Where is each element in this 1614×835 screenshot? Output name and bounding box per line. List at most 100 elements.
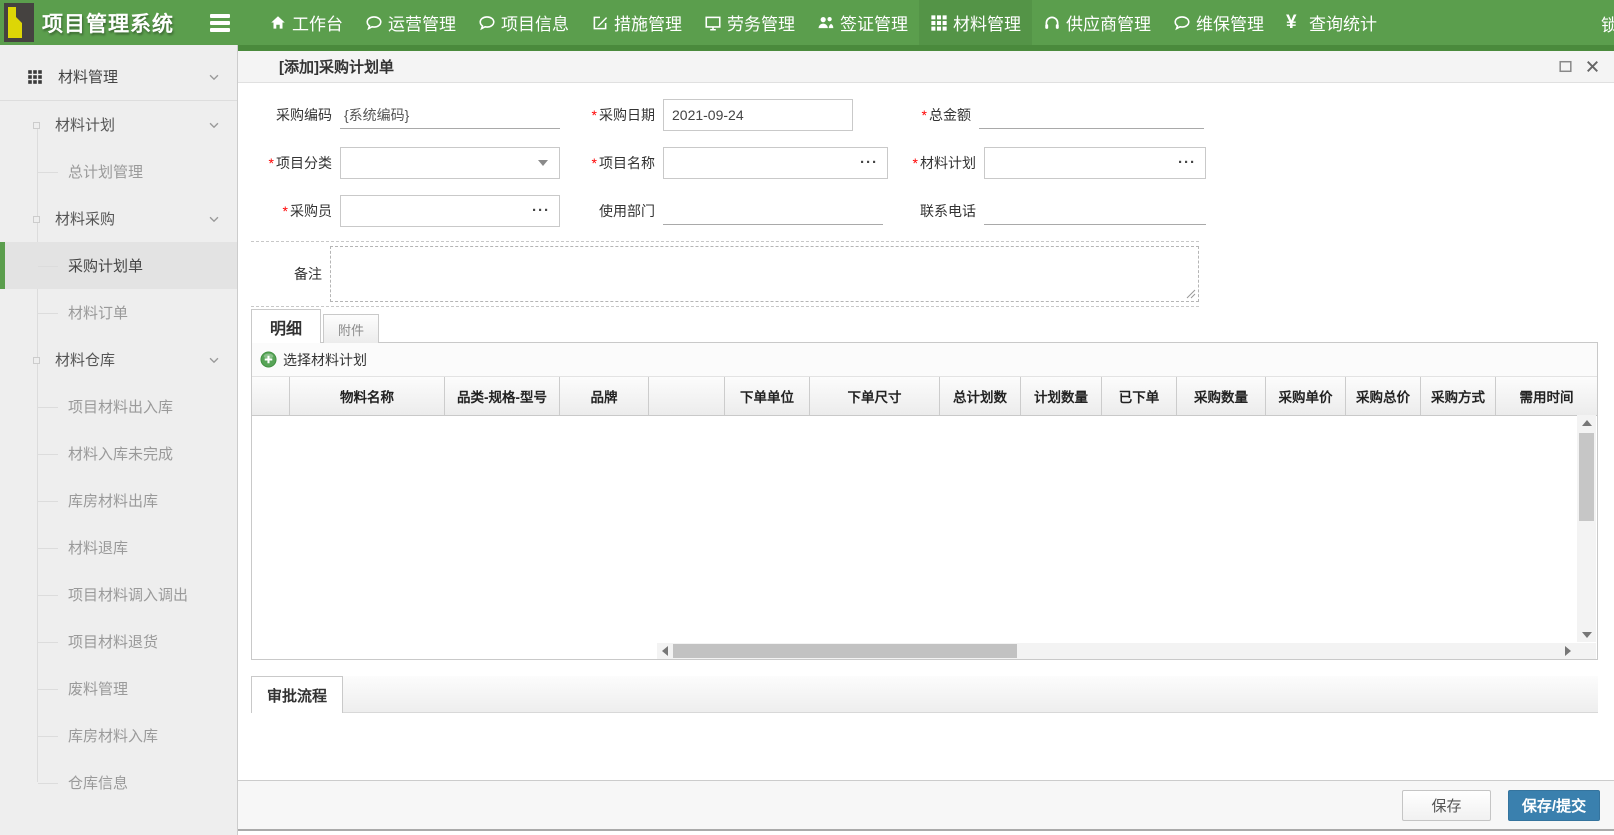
remark-textarea[interactable] xyxy=(330,246,1199,302)
project-name-field[interactable]: ··· xyxy=(663,147,888,179)
contact-phone-input[interactable] xyxy=(984,198,1206,225)
maximize-icon[interactable] xyxy=(1555,56,1575,76)
topnav-item[interactable]: ¥查询统计 xyxy=(1275,0,1388,45)
topnav-item[interactable]: 工作台 xyxy=(258,0,354,45)
topnav-item-label: 签证管理 xyxy=(840,10,908,35)
purchase-date-input[interactable] xyxy=(664,101,852,129)
top-nav-items: 工作台运营管理 项目信息措施管理 劳务管理 签证管理材料管理 供应商管理维保管理¥查询统… xyxy=(258,0,1388,45)
chevron-down-icon xyxy=(207,118,221,132)
project-name-input[interactable] xyxy=(664,149,860,177)
sidebar-item[interactable]: 项目材料退货 xyxy=(0,618,237,665)
grid-header-cell[interactable]: 物料名称 xyxy=(290,377,445,415)
resize-handle-icon[interactable] xyxy=(1186,289,1196,299)
purchaser-lookup-button[interactable]: ··· xyxy=(532,206,559,216)
topnav-item-label: 供应商管理 xyxy=(1066,10,1151,35)
sidebar-item[interactable]: 材料退库 xyxy=(0,524,237,571)
purchaser-field[interactable]: ··· xyxy=(340,195,560,227)
select-material-plan-button[interactable]: 选择材料计划 xyxy=(260,350,367,370)
monitor-icon xyxy=(704,14,722,32)
use-department-input[interactable] xyxy=(663,198,883,225)
top-navbar: 项目管理系统 工作台运营管理项目信息措施管理劳务管理签证管理材料管理供应商管理维… xyxy=(0,0,1614,45)
vscroll-down-arrow[interactable] xyxy=(1577,627,1596,642)
topnav-item[interactable]: 维保管理 xyxy=(1162,0,1275,45)
hamburger-menu-icon[interactable] xyxy=(210,14,230,32)
grid-header-cell[interactable] xyxy=(649,377,725,415)
grid-icon xyxy=(930,14,948,32)
material-plan-input[interactable] xyxy=(985,149,1178,177)
material-plan-lookup-button[interactable]: ··· xyxy=(1178,158,1205,168)
close-icon[interactable] xyxy=(1582,56,1602,76)
tab-detail[interactable]: 明细 xyxy=(251,309,321,343)
purchaser-input[interactable] xyxy=(341,197,532,225)
project-name-lookup-button[interactable]: ··· xyxy=(860,158,887,168)
home-icon xyxy=(269,14,287,32)
grid-header-cell[interactable]: 总计划数 xyxy=(940,377,1021,415)
vscroll-thumb[interactable] xyxy=(1579,433,1594,521)
grid-header-cell[interactable]: 采购单价 xyxy=(1266,377,1346,415)
vscroll-up-arrow[interactable] xyxy=(1577,415,1596,430)
chevron-down-icon xyxy=(207,212,221,226)
sidebar-item-label: 项目材料退货 xyxy=(68,631,158,652)
sidebar-item[interactable]: 项目材料调入调出 xyxy=(0,571,237,618)
topnav-item[interactable]: 材料管理 xyxy=(919,0,1032,45)
sidebar-item-label: 仓库信息 xyxy=(68,772,128,793)
grid-header-cell[interactable]: 已下单 xyxy=(1102,377,1177,415)
sidebar-item[interactable]: 材料仓库 xyxy=(0,336,237,383)
grid-header-cell[interactable]: 需用时间 xyxy=(1496,377,1597,415)
sidebar-item[interactable]: 库房材料出库 xyxy=(0,477,237,524)
detail-grid: 选择材料计划 物料名称品类-规格-型号品牌 下单单位下单尺寸总计划数计划数量已下单… xyxy=(251,342,1598,660)
hscroll-left-arrow[interactable] xyxy=(657,643,672,659)
sidebar-item[interactable]: 采购计划单 xyxy=(0,242,237,289)
grid-header-cell[interactable]: 下单单位 xyxy=(725,377,810,415)
project-category-input[interactable] xyxy=(341,149,538,177)
project-category-select[interactable] xyxy=(340,147,560,179)
sidebar-item[interactable]: 库房材料入库 xyxy=(0,712,237,759)
sidebar-item[interactable]: 材料管理 xyxy=(0,53,237,101)
grid-header-cell[interactable]: 采购数量 xyxy=(1177,377,1266,415)
remark-label: 备注 xyxy=(251,264,330,284)
material-plan-field[interactable]: ··· xyxy=(984,147,1206,179)
save-button[interactable]: 保存 xyxy=(1402,790,1491,821)
sidebar-item[interactable]: 总计划管理 xyxy=(0,148,237,195)
sidebar-item-label: 库房材料出库 xyxy=(68,490,158,511)
remark-section: 备注 xyxy=(251,241,1199,307)
lock-label[interactable]: 锁 xyxy=(1601,11,1614,36)
sidebar-item[interactable]: 材料计划 xyxy=(0,101,237,148)
grid-header-cell[interactable]: 采购总价 xyxy=(1346,377,1421,415)
detail-tabs: 明细 附件 xyxy=(251,309,379,343)
sidebar-item[interactable]: 材料订单 xyxy=(0,289,237,336)
dialog-body: 采购编码 *采购日期 *总金额 *项目分类 *项目名称 ··· xyxy=(238,83,1614,835)
grid-header-cell[interactable]: 计划数量 xyxy=(1021,377,1102,415)
tab-attachment[interactable]: 附件 xyxy=(323,314,379,343)
hscroll-right-arrow[interactable] xyxy=(1560,643,1575,659)
topnav-item[interactable]: 运营管理 xyxy=(354,0,467,45)
sidebar-item[interactable]: 材料入库未完成 xyxy=(0,430,237,477)
total-amount-input[interactable] xyxy=(979,102,1204,129)
approval-tabs-bar: 审批流程 xyxy=(251,676,1598,713)
contact-phone-label: 联系电话 xyxy=(883,201,984,221)
grid-header-cell[interactable]: 品牌 xyxy=(560,377,649,415)
save-submit-button[interactable]: 保存/提交 xyxy=(1508,790,1600,821)
sidebar-item-label: 材料入库未完成 xyxy=(68,443,173,464)
hscroll-thumb[interactable] xyxy=(673,644,1017,658)
tab-approval-flow[interactable]: 审批流程 xyxy=(251,676,343,713)
topnav-item[interactable]: 措施管理 xyxy=(580,0,693,45)
sidebar-item[interactable]: 项目材料出入库 xyxy=(0,383,237,430)
topnav-item-label: 项目信息 xyxy=(501,10,569,35)
grid-header-cell[interactable] xyxy=(252,377,290,415)
grid-header-cell[interactable]: 采购方式 xyxy=(1421,377,1496,415)
purchase-code-input[interactable] xyxy=(340,102,560,129)
sidebar-item-label: 材料管理 xyxy=(58,66,118,87)
topnav-item[interactable]: 项目信息 xyxy=(467,0,580,45)
sidebar-item[interactable]: 废料管理 xyxy=(0,665,237,712)
topnav-item[interactable]: 签证管理 xyxy=(806,0,919,45)
topnav-item-label: 劳务管理 xyxy=(727,10,795,35)
purchase-date-field[interactable] xyxy=(663,99,853,131)
topnav-item[interactable]: 劳务管理 xyxy=(693,0,806,45)
topnav-item[interactable]: 供应商管理 xyxy=(1032,0,1162,45)
grid-header-cell[interactable]: 品类-规格-型号 xyxy=(445,377,560,415)
sidebar-item[interactable]: 材料采购 xyxy=(0,195,237,242)
sidebar-item[interactable]: 仓库信息 xyxy=(0,759,237,806)
sidebar: 材料管理材料计划总计划管理材料采购采购计划单材料订单材料仓库项目材料出入库材料入… xyxy=(0,45,238,835)
grid-header-cell[interactable]: 下单尺寸 xyxy=(810,377,940,415)
